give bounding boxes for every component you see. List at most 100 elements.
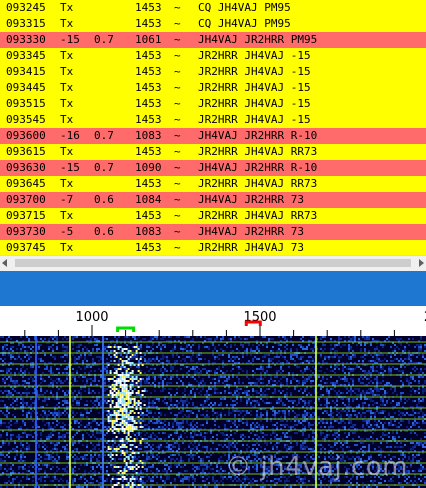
noise-pixel: [264, 376, 266, 378]
noise-pixel: [168, 444, 170, 446]
noise-pixel: [12, 434, 14, 436]
noise-pixel: [188, 458, 190, 460]
noise-pixel: [2, 378, 4, 380]
noise-pixel: [180, 368, 182, 370]
noise-pixel: [20, 368, 22, 370]
noise-pixel: [310, 448, 312, 450]
noise-pixel: [296, 404, 298, 406]
noise-pixel: [386, 400, 388, 402]
noise-pixel: [360, 448, 362, 450]
noise-pixel: [244, 410, 246, 412]
noise-pixel: [4, 376, 6, 378]
noise-pixel: [4, 460, 6, 462]
noise-pixel: [422, 376, 424, 378]
noise-pixel: [182, 460, 184, 462]
noise-pixel: [364, 402, 366, 404]
decode-row[interactable]: 093700 -7 0.6 1084 ~ JH4VAJ JR2HRR 73: [0, 192, 426, 208]
decode-row[interactable]: 093715 Tx 1453 ~ JR2HRR JH4VAJ RR73: [0, 208, 426, 224]
noise-pixel: [252, 350, 254, 352]
noise-pixel: [22, 410, 24, 412]
noise-pixel: [82, 350, 84, 352]
noise-pixel: [336, 344, 338, 346]
decode-row[interactable]: 093645 Tx 1453 ~ JR2HRR JH4VAJ RR73: [0, 176, 426, 192]
noise-pixel: [114, 464, 116, 466]
noise-pixel: [262, 426, 264, 428]
noise-pixel: [160, 460, 162, 462]
noise-pixel: [232, 410, 234, 412]
noise-pixel: [176, 404, 178, 406]
noise-pixel: [98, 456, 100, 458]
decode-separator: ~: [174, 1, 181, 14]
noise-pixel: [172, 356, 174, 358]
noise-pixel: [318, 400, 320, 402]
noise-pixel: [166, 360, 168, 362]
noise-pixel: [234, 410, 236, 412]
noise-pixel: [258, 416, 260, 418]
noise-pixel: [14, 382, 16, 384]
noise-pixel: [336, 366, 338, 368]
decode-row[interactable]: 093730 -5 0.6 1083 ~ JH4VAJ JR2HRR 73: [0, 224, 426, 240]
noise-pixel: [338, 422, 340, 424]
noise-pixel: [290, 420, 292, 422]
noise-pixel: [288, 448, 290, 450]
noise-pixel: [20, 460, 22, 462]
noise-pixel: [180, 348, 182, 350]
horizontal-scrollbar[interactable]: [0, 255, 426, 271]
noise-pixel: [272, 358, 274, 360]
frequency-scale[interactable]: 100015002: [0, 306, 426, 336]
noise-pixel: [310, 336, 312, 338]
decode-row[interactable]: 093330 -15 0.7 1061 ~ JH4VAJ JR2HRR PM95: [0, 32, 426, 48]
noise-pixel: [26, 434, 28, 436]
noise-pixel: [338, 338, 340, 340]
noise-pixel: [4, 442, 6, 444]
noise-pixel: [294, 354, 296, 356]
decode-row[interactable]: 093515 Tx 1453 ~ JR2HRR JH4VAJ -15: [0, 96, 426, 112]
noise-pixel: [200, 370, 202, 372]
noise-pixel: [192, 350, 194, 352]
decode-row[interactable]: 093315 Tx 1453 ~ CQ JH4VAJ PM95: [0, 16, 426, 32]
noise-pixel: [366, 336, 368, 338]
noise-pixel: [366, 420, 368, 422]
noise-pixel: [108, 380, 110, 382]
noise-pixel: [308, 360, 310, 362]
decode-row[interactable]: 093600 -16 0.7 1083 ~ JH4VAJ JR2HRR R-10: [0, 128, 426, 144]
decode-row[interactable]: 093445 Tx 1453 ~ JR2HRR JH4VAJ -15: [0, 80, 426, 96]
noise-pixel: [362, 442, 364, 444]
noise-pixel: [92, 350, 94, 352]
decode-row[interactable]: 093245 Tx 1453 ~ CQ JH4VAJ PM95: [0, 0, 426, 16]
noise-pixel: [192, 464, 194, 466]
noise-pixel: [262, 368, 264, 370]
scroll-right-arrow-icon[interactable]: [419, 259, 424, 267]
noise-pixel: [276, 370, 278, 372]
noise-pixel: [140, 370, 142, 372]
noise-pixel: [278, 350, 280, 352]
noise-pixel: [322, 336, 324, 338]
noise-pixel: [346, 414, 348, 416]
noise-pixel: [136, 338, 138, 340]
decode-freq: 1061: [135, 33, 162, 46]
decode-row[interactable]: 093630 -15 0.7 1090 ~ JH4VAJ JR2HRR R-10: [0, 160, 426, 176]
scrollbar-thumb[interactable]: [15, 259, 411, 267]
noise-pixel: [302, 442, 304, 444]
noise-pixel: [268, 360, 270, 362]
noise-pixel: [204, 436, 206, 438]
decode-row[interactable]: 093415 Tx 1453 ~ JR2HRR JH4VAJ -15: [0, 64, 426, 80]
noise-pixel: [170, 460, 172, 462]
decode-snr: -5: [60, 225, 74, 238]
noise-pixel: [160, 412, 162, 414]
decode-row[interactable]: 093545 Tx 1453 ~ JR2HRR JH4VAJ -15: [0, 112, 426, 128]
noise-pixel: [42, 350, 44, 352]
noise-pixel: [0, 390, 2, 392]
noise-pixel: [214, 372, 216, 374]
noise-pixel: [44, 410, 46, 412]
noise-pixel: [256, 402, 258, 404]
noise-pixel: [52, 382, 54, 384]
decode-row[interactable]: 093345 Tx 1453 ~ JR2HRR JH4VAJ -15: [0, 48, 426, 64]
noise-pixel: [160, 390, 162, 392]
scroll-left-arrow-icon[interactable]: [2, 259, 7, 267]
decode-row[interactable]: 093745 Tx 1453 ~ JR2HRR JH4VAJ 73: [0, 240, 426, 255]
noise-pixel: [60, 426, 62, 428]
decode-list[interactable]: 093245 Tx 1453 ~ CQ JH4VAJ PM95 093315 Tx 1453 ~…: [0, 0, 426, 255]
noise-pixel: [418, 402, 420, 404]
decode-row[interactable]: 093615 Tx 1453 ~ JR2HRR JH4VAJ RR73: [0, 144, 426, 160]
